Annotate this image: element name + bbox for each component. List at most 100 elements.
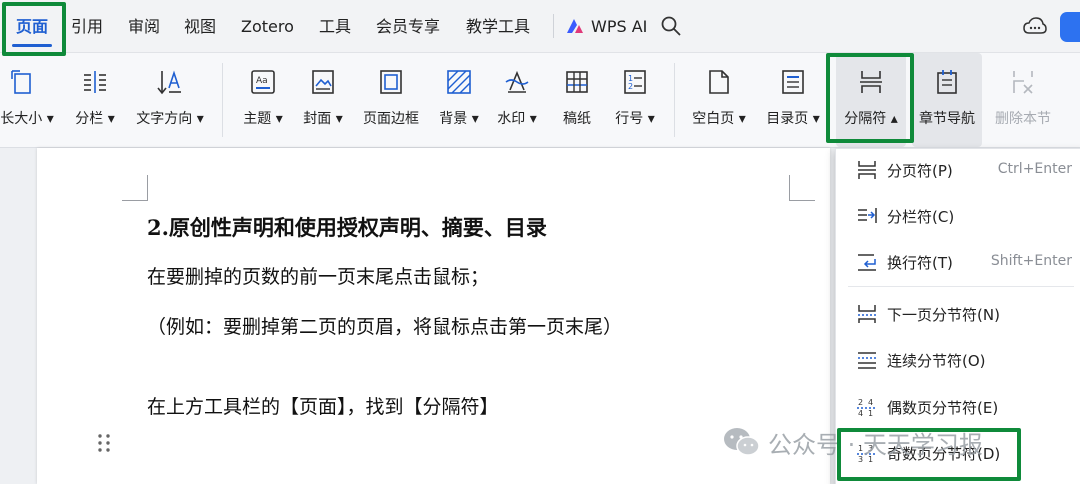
document-paragraph: 在要删掉的页数的前一页末尾点击鼠标； <box>147 266 490 288</box>
section-nav-icon <box>933 68 961 96</box>
ribbon-item-label: 长大小 ▾ <box>0 111 54 127</box>
page-border-icon <box>377 68 405 96</box>
ribbon-item-label: 文字方向 ▾ <box>136 111 204 127</box>
search-icon[interactable] <box>660 15 682 37</box>
page-break-icon <box>856 159 878 181</box>
svg-text:4: 4 <box>858 409 863 418</box>
active-tab-indicator <box>12 44 52 47</box>
wechat-logo-icon <box>724 428 760 456</box>
svg-text:2: 2 <box>628 82 633 91</box>
menu-tab-tools[interactable]: 工具 <box>319 0 351 52</box>
text-direction-button[interactable]: 文字方向 ▾ <box>130 53 210 147</box>
columns-button[interactable]: 分栏 ▾ <box>69 53 121 147</box>
menu-separator <box>553 14 554 38</box>
columns-icon <box>81 68 109 96</box>
manuscript-button[interactable]: 稿纸 <box>552 53 602 147</box>
svg-text:Aa: Aa <box>256 76 268 86</box>
ribbon-item-label: 目录页 ▾ <box>766 111 820 127</box>
menu-item-shortcut: Shift+Enter <box>990 253 1072 269</box>
background-icon <box>445 68 473 96</box>
break-button[interactable]: 分隔符 ▴ <box>836 53 906 147</box>
menu-item-label: 下一页分节符(N) <box>887 306 1000 324</box>
menu-item-column-break[interactable]: 分栏符(C) <box>836 198 1080 234</box>
ribbon-item-label: 稿纸 <box>563 111 591 127</box>
menu-item-label: 分页符(P) <box>887 162 953 180</box>
continuous-section-break-icon <box>856 349 878 371</box>
page-size-icon <box>8 68 36 96</box>
cover-button[interactable]: 封面 ▾ <box>296 53 350 147</box>
page-size-button[interactable]: 长大小 ▾ <box>0 53 60 147</box>
cover-icon <box>309 68 337 96</box>
even-page-section-break-icon: 2441 <box>856 396 878 418</box>
svg-text:1: 1 <box>868 409 873 418</box>
background-button[interactable]: 背景 ▾ <box>432 53 486 147</box>
menu-item-label: 换行符(T) <box>887 254 953 272</box>
toc-page-icon <box>779 68 807 96</box>
menu-item-label: 偶数页分节符(E) <box>887 399 999 417</box>
next-page-section-break-icon <box>856 303 878 325</box>
menu-tab-zotero[interactable]: Zotero <box>241 0 294 52</box>
menu-tab-member[interactable]: 会员专享 <box>376 0 440 52</box>
ribbon-item-label: 页面边框 <box>363 111 419 127</box>
column-break-icon <box>856 205 878 227</box>
menu-item-even-page-section-break[interactable]: 2441 偶数页分节符(E) <box>836 389 1080 425</box>
document-heading: 2.原创性声明和使用授权声明、摘要、目录 <box>147 215 547 240</box>
ribbon-item-label: 水印 ▾ <box>497 111 537 127</box>
menu-item-page-break[interactable]: 分页符(P) Ctrl+Enter <box>836 152 1080 188</box>
crop-mark-top-right <box>789 175 815 201</box>
menu-tab-reference[interactable]: 引用 <box>71 0 103 52</box>
delete-section-button[interactable]: 删除本节 <box>988 53 1058 147</box>
svg-text:4: 4 <box>868 398 873 407</box>
menu-wps-ai[interactable]: WPS AI <box>591 0 647 52</box>
line-break-icon <box>856 251 878 273</box>
wps-ai-logo-icon <box>567 19 583 33</box>
line-number-icon: 12 <box>621 68 649 96</box>
toc-page-button[interactable]: 目录页 ▾ <box>760 53 826 147</box>
break-icon <box>857 68 885 96</box>
crop-mark-top-left <box>122 175 148 201</box>
menu-tab-review[interactable]: 审阅 <box>128 0 160 52</box>
watermark-text: 公众号 · 天天学习报 <box>768 430 983 459</box>
watermark-icon <box>503 68 531 96</box>
section-nav-button[interactable]: 章节导航 <box>912 53 982 147</box>
collaboration-button[interactable] <box>1060 12 1080 42</box>
ribbon-item-label: 主题 ▾ <box>243 111 283 127</box>
blank-page-icon <box>705 68 733 96</box>
theme-icon: Aa <box>249 68 277 96</box>
manuscript-icon <box>563 68 591 96</box>
menu-item-line-break[interactable]: 换行符(T) Shift+Enter <box>836 244 1080 280</box>
ribbon-item-label: 背景 ▾ <box>439 111 479 127</box>
delete-section-icon <box>1009 68 1037 96</box>
page-border-button[interactable]: 页面边框 <box>356 53 426 147</box>
document-page[interactable]: 2.原创性声明和使用授权声明、摘要、目录 在要删掉的页数的前一页末尾点击鼠标； … <box>37 148 830 484</box>
menu-item-next-page-section-break[interactable]: 下一页分节符(N) <box>836 296 1080 332</box>
menu-item-continuous-section-break[interactable]: 连续分节符(O) <box>836 342 1080 378</box>
menu-item-shortcut: Ctrl+Enter <box>997 161 1072 177</box>
wechat-watermark: 公众号 · 天天学习报 <box>722 425 983 459</box>
menu-bar: 页面 引用 审阅 视图 Zotero 工具 会员专享 教学工具 WPS AI <box>0 0 1080 52</box>
ribbon-separator <box>222 63 223 137</box>
text-direction-icon <box>156 68 184 96</box>
ribbon-item-label: 封面 ▾ <box>303 111 343 127</box>
ribbon-item-label: 分栏 ▾ <box>75 111 115 127</box>
svg-text:2: 2 <box>858 398 863 407</box>
ribbon-item-label: 行号 ▾ <box>615 111 655 127</box>
menu-item-label: 连续分节符(O) <box>887 352 986 370</box>
ribbon-item-label: 分隔符 ▴ <box>844 111 898 127</box>
ribbon-item-label: 空白页 ▾ <box>692 111 746 127</box>
ribbon-item-label: 章节导航 <box>919 111 975 127</box>
ribbon-toolbar: 长大小 ▾ 分栏 ▾ 文字方向 ▾ ◢ Aa 主题 ▾ 封面 <box>0 52 1080 196</box>
menu-item-label: 分栏符(C) <box>887 208 955 226</box>
wps-writer-window: 页面 引用 审阅 视图 Zotero 工具 会员专享 教学工具 WPS AI 长… <box>0 0 1080 484</box>
document-paragraph: （例如：要删掉第二页的页眉，将鼠标点击第一页末尾） <box>147 316 623 338</box>
menu-tab-view[interactable]: 视图 <box>184 0 216 52</box>
menu-tab-teaching-tools[interactable]: 教学工具 <box>466 0 530 52</box>
watermark-button[interactable]: 水印 ▾ <box>490 53 544 147</box>
line-number-button[interactable]: 12 行号 ▾ <box>608 53 662 147</box>
ribbon-item-label: 删除本节 <box>995 111 1051 127</box>
cloud-chat-icon[interactable] <box>1023 16 1047 36</box>
theme-button[interactable]: Aa 主题 ▾ <box>236 53 290 147</box>
document-paragraph: 在上方工具栏的【页面】，找到【分隔符】 <box>147 396 499 418</box>
blank-page-button[interactable]: 空白页 ▾ <box>686 53 752 147</box>
drag-handle-icon[interactable] <box>97 433 111 453</box>
